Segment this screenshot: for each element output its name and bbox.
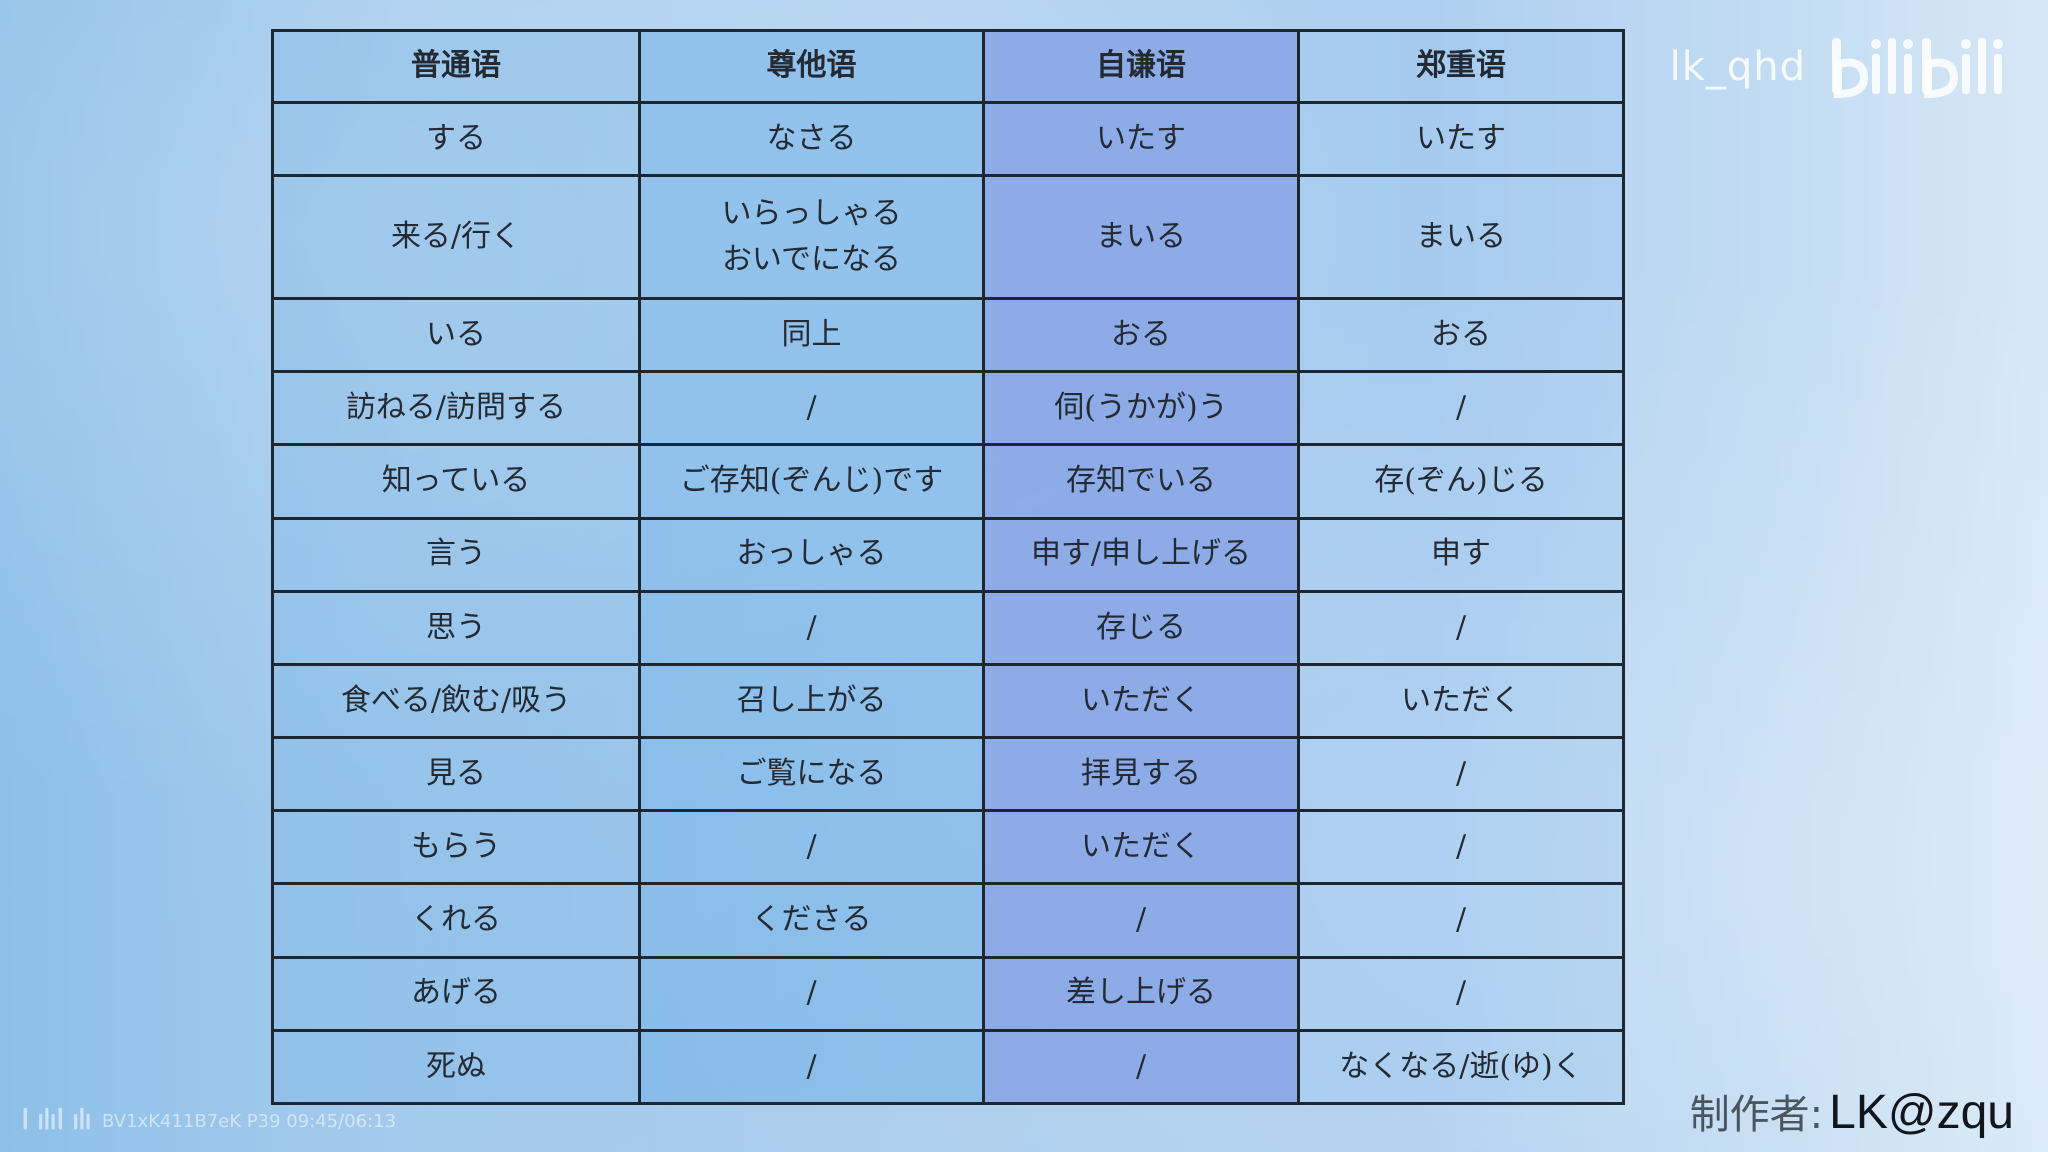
cell-respectful: /: [638, 1028, 985, 1106]
cell-humble: 拝見する: [982, 736, 1300, 813]
header-respectful: 尊他语: [638, 29, 985, 104]
cell-plain: 知っている: [271, 443, 641, 520]
author-name: LK@zqu: [1829, 1086, 2014, 1139]
bottom-watermark-text: BV1xK411B7eK P39 09:45/06:13: [102, 1110, 397, 1132]
cell-plain: 思う: [271, 589, 641, 666]
table-row: 死ぬ / / なくなる/逝(ゆ)く: [271, 1028, 1625, 1106]
cell-humble: /: [982, 1028, 1300, 1106]
cell-plain: する: [271, 100, 641, 178]
cell-polite: /: [1297, 882, 1625, 959]
bilibili-logo-icon: [1828, 34, 2008, 100]
cell-respectful: /: [638, 589, 985, 666]
cell-plain: もらう: [271, 809, 641, 886]
table-row: 見る ご覧になる 拝見する /: [271, 736, 1625, 813]
cell-humble: いたす: [982, 100, 1300, 178]
table-row: 知っている ご存知(ぞんじ)です 存知でいる 存(ぞん)じる: [271, 443, 1625, 520]
bilibili-small-logo-icon: [22, 1106, 92, 1136]
table-row: 訪ねる/訪問する / 伺(うかが)う /: [271, 370, 1625, 447]
cell-plain: 見る: [271, 736, 641, 813]
cell-respectful: /: [638, 809, 985, 886]
cell-polite: 申す: [1297, 516, 1625, 593]
cell-respectful: おっしゃる: [638, 516, 985, 593]
cell-polite: いたす: [1297, 100, 1625, 178]
cell-polite: 存(ぞん)じる: [1297, 443, 1625, 520]
cell-plain: 死ぬ: [271, 1028, 641, 1106]
cell-humble: /: [982, 882, 1300, 959]
table-row: もらう / いただく /: [271, 809, 1625, 886]
table-row: 食べる/飲む/吸う 召し上がる いただく いただく: [271, 662, 1625, 740]
table-header-row: 普通语 尊他语 自谦语 郑重语: [271, 29, 1625, 104]
author-credit: 制作者: LK@zqu: [1690, 1082, 2014, 1140]
cell-humble: いただく: [982, 662, 1300, 740]
cell-respectful: ご存知(ぞんじ)です: [638, 443, 985, 520]
cell-polite: おる: [1297, 297, 1625, 374]
header-humble: 自谦语: [982, 29, 1300, 104]
cell-humble: いただく: [982, 809, 1300, 886]
table-row: いる 同上 おる おる: [271, 297, 1625, 374]
table-row: 思う / 存じる /: [271, 589, 1625, 666]
author-label: 制作者:: [1689, 1092, 1824, 1138]
cell-polite: /: [1297, 370, 1625, 447]
cell-polite: /: [1297, 736, 1625, 813]
cell-respectful: 同上: [638, 297, 985, 374]
cell-plain: あげる: [271, 955, 641, 1032]
cell-polite: まいる: [1297, 174, 1625, 301]
cell-plain: 食べる/飲む/吸う: [271, 662, 641, 740]
table-row: 来る/行く いらっしゃる おいでになる まいる まいる: [271, 174, 1625, 301]
header-polite: 郑重语: [1297, 29, 1625, 104]
header-plain: 普通语: [271, 29, 641, 104]
table-row: くれる くださる / /: [271, 882, 1625, 959]
cell-plain: 言う: [271, 516, 641, 593]
cell-respectful: いらっしゃる おいでになる: [638, 174, 985, 301]
table-row: する なさる いたす いたす: [271, 100, 1625, 178]
cell-polite: /: [1297, 589, 1625, 666]
cell-humble: まいる: [982, 174, 1300, 301]
cell-humble: 差し上げる: [982, 955, 1300, 1032]
cell-plain: 来る/行く: [271, 174, 641, 301]
cell-respectful: なさる: [638, 100, 985, 178]
cell-humble: 存知でいる: [982, 443, 1300, 520]
cell-humble: 伺(うかが)う: [982, 370, 1300, 447]
honorific-table: 普通语 尊他语 自谦语 郑重语 する なさる いたす いたす 来る/行く いらっしゃる お…: [271, 29, 1625, 1106]
top-watermark: lk_qhd: [1670, 34, 2008, 100]
cell-respectful: ご覧になる: [638, 736, 985, 813]
cell-polite: なくなる/逝(ゆ)く: [1297, 1028, 1625, 1106]
bottom-watermark: BV1xK411B7eK P39 09:45/06:13: [22, 1106, 396, 1136]
cell-respectful: くださる: [638, 882, 985, 959]
cell-polite: /: [1297, 809, 1625, 886]
watermark-username: lk_qhd: [1669, 44, 1806, 90]
cell-respectful: 召し上がる: [638, 662, 985, 740]
cell-humble: 申す/申し上げる: [982, 516, 1300, 593]
cell-humble: 存じる: [982, 589, 1300, 666]
cell-humble: おる: [982, 297, 1300, 374]
cell-respectful: /: [638, 370, 985, 447]
honorific-table-container: 普通语 尊他语 自谦语 郑重语 する なさる いたす いたす 来る/行く いらっしゃる お…: [271, 29, 1625, 1106]
cell-plain: 訪ねる/訪問する: [271, 370, 641, 447]
cell-polite: /: [1297, 955, 1625, 1032]
table-row: あげる / 差し上げる /: [271, 955, 1625, 1032]
cell-polite: いただく: [1297, 662, 1625, 740]
cell-plain: くれる: [271, 882, 641, 959]
table-row: 言う おっしゃる 申す/申し上げる 申す: [271, 516, 1625, 593]
cell-respectful: /: [638, 955, 985, 1032]
cell-plain: いる: [271, 297, 641, 374]
